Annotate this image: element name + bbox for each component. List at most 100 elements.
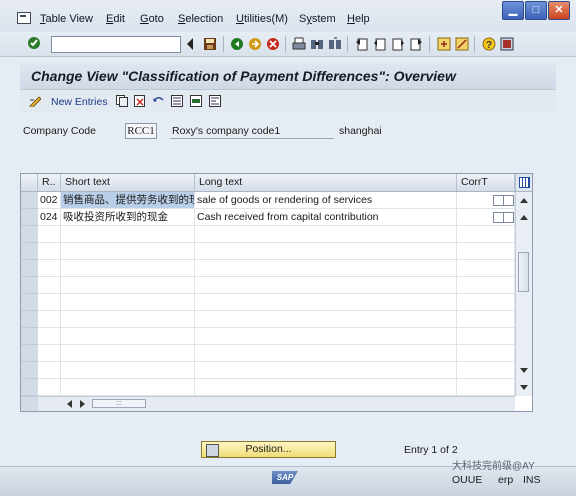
menu-goto[interactable]: Goto (140, 13, 164, 25)
row-selector[interactable] (21, 243, 38, 260)
new-entries-button[interactable]: New Entries (51, 96, 108, 108)
scroll-left-icon[interactable] (66, 400, 72, 408)
cell-short-text[interactable] (61, 328, 195, 344)
find-icon[interactable] (310, 37, 324, 51)
row-selector[interactable] (21, 311, 38, 328)
cell-short-text[interactable] (61, 294, 195, 310)
status-server[interactable]: erp (498, 474, 513, 486)
table-row (38, 328, 515, 345)
cell-short-text[interactable] (61, 311, 195, 327)
command-history-icon[interactable] (185, 37, 199, 51)
menu-table-view[interactable]: Table View (40, 13, 93, 25)
exit-icon[interactable] (248, 37, 262, 51)
command-field[interactable] (51, 36, 181, 53)
row-selector[interactable] (21, 192, 38, 209)
find-next-icon[interactable] (328, 37, 342, 51)
cell-reason[interactable]: 002 (38, 192, 61, 208)
cell-short-text[interactable] (61, 379, 195, 395)
cell-long-text[interactable] (195, 226, 457, 242)
table-settings-icon[interactable] (515, 174, 532, 191)
select-all-icon[interactable] (171, 95, 183, 107)
cell-long-text[interactable]: sale of goods or rendering of services (195, 192, 457, 208)
cell-long-text[interactable] (195, 294, 457, 310)
minimize-button[interactable]: ▁ (502, 1, 524, 20)
cell-short-text[interactable] (61, 226, 195, 242)
select-all-header[interactable] (21, 174, 38, 191)
cell-long-text[interactable] (195, 328, 457, 344)
cell-reason[interactable]: 024 (38, 209, 61, 225)
shortcut-icon[interactable] (455, 37, 469, 51)
column-header-corrt[interactable]: CorrT (457, 174, 515, 191)
row-selector[interactable] (21, 294, 38, 311)
row-selector[interactable] (21, 379, 38, 396)
enter-icon[interactable] (27, 36, 41, 50)
cell-long-text[interactable] (195, 243, 457, 259)
company-code-label: Company Code (23, 125, 96, 137)
create-session-icon[interactable] (437, 37, 451, 51)
display-change-icon[interactable] (29, 95, 41, 107)
menu-edit[interactable]: Edit (106, 13, 125, 25)
customize-icon[interactable] (500, 37, 514, 51)
previous-page-icon[interactable] (373, 37, 387, 51)
vertical-scrollbar[interactable] (515, 192, 532, 396)
next-page-icon[interactable] (391, 37, 405, 51)
cell-short-text[interactable] (61, 345, 195, 361)
row-selector[interactable] (21, 345, 38, 362)
undo-change-icon[interactable] (152, 95, 164, 107)
cell-long-text[interactable] (195, 277, 457, 293)
deselect-all-icon[interactable] (209, 95, 221, 107)
last-page-icon[interactable] (409, 37, 423, 51)
page-up-icon[interactable] (520, 214, 528, 220)
scroll-down-icon[interactable] (520, 385, 528, 391)
maximize-button[interactable]: □ (525, 1, 547, 20)
horizontal-scrollbar[interactable]: ::: (38, 396, 515, 411)
back-icon[interactable] (230, 37, 244, 51)
scroll-up-icon[interactable] (520, 197, 528, 203)
menu-utilities[interactable]: Utilities(M) (236, 13, 288, 25)
system-menu-icon[interactable] (17, 12, 31, 24)
cell-short-text[interactable]: 吸收投资所收到的现金 (61, 209, 195, 225)
corrt-checkbox[interactable] (503, 195, 514, 206)
cell-short-text[interactable] (61, 362, 195, 378)
menu-selection[interactable]: Selection (178, 13, 223, 25)
cell-long-text[interactable] (195, 345, 457, 361)
page-down-icon[interactable] (520, 368, 528, 374)
vertical-scroll-thumb[interactable] (518, 252, 529, 292)
column-header-reason[interactable]: R.. (38, 174, 61, 191)
cell-long-text[interactable] (195, 311, 457, 327)
cell-long-text[interactable]: Cash received from capital contribution (195, 209, 457, 225)
cell-long-text[interactable] (195, 260, 457, 276)
column-header-long-text[interactable]: Long text (195, 174, 457, 191)
cell-short-text[interactable] (61, 243, 195, 259)
cell-long-text[interactable] (195, 379, 457, 395)
row-selector[interactable] (21, 260, 38, 277)
scroll-right-icon[interactable] (80, 400, 86, 408)
row-selector[interactable] (21, 209, 38, 226)
position-button[interactable]: Position... (201, 441, 336, 458)
cell-short-text[interactable]: 销售商品、提供劳务收到的现... (61, 192, 195, 208)
horizontal-scroll-thumb[interactable]: ::: (92, 399, 146, 408)
select-block-icon[interactable] (190, 95, 202, 107)
row-selector[interactable] (21, 328, 38, 345)
first-page-icon[interactable] (355, 37, 369, 51)
delete-icon[interactable] (134, 95, 146, 107)
cell-corrt (457, 328, 515, 344)
help-icon[interactable]: ? (482, 37, 496, 51)
copy-as-icon[interactable] (116, 95, 128, 107)
row-selector[interactable] (21, 362, 38, 379)
table-corner (21, 396, 38, 411)
cancel-icon[interactable] (266, 37, 280, 51)
cell-short-text[interactable] (61, 277, 195, 293)
row-selector[interactable] (21, 277, 38, 294)
save-icon[interactable] (203, 37, 217, 51)
row-selector[interactable] (21, 226, 38, 243)
status-insert-mode[interactable]: INS (523, 474, 541, 486)
cell-long-text[interactable] (195, 362, 457, 378)
cell-short-text[interactable] (61, 260, 195, 276)
menu-system[interactable]: System (299, 13, 336, 25)
column-header-short-text[interactable]: Short text (61, 174, 195, 191)
print-icon[interactable] (292, 37, 306, 51)
close-button[interactable]: ✕ (548, 1, 570, 20)
menu-help[interactable]: Help (347, 13, 370, 25)
corrt-checkbox[interactable] (503, 212, 514, 223)
